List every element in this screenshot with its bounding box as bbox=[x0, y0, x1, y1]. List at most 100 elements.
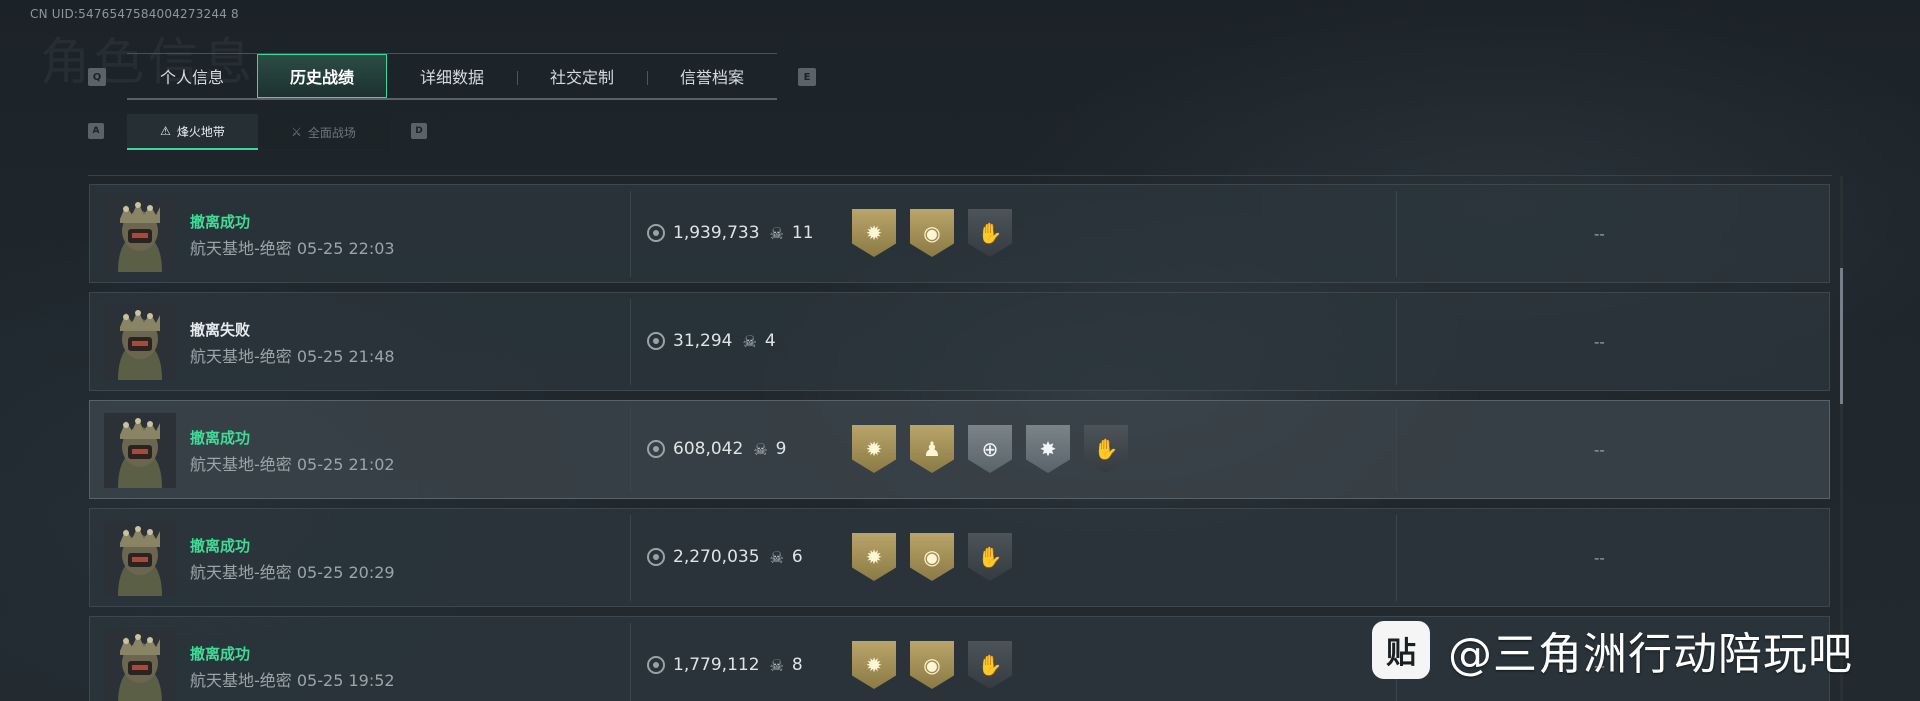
skull-icon: ☠ bbox=[769, 655, 784, 675]
match-time: 05-25 21:48 bbox=[296, 347, 395, 366]
column-divider bbox=[630, 515, 631, 601]
tab-social-custom[interactable]: 社交定制 bbox=[517, 54, 647, 98]
hazard-zone-icon: ⚠ bbox=[160, 124, 171, 138]
target-medal-icon: ◉ bbox=[910, 209, 954, 257]
key-hint-a[interactable]: A bbox=[88, 123, 104, 139]
skull-icon: ☠ bbox=[769, 223, 784, 243]
match-meta: 航天基地-绝密 05-25 21:02 bbox=[190, 451, 395, 475]
key-hint-e[interactable]: E bbox=[798, 68, 816, 86]
column-divider bbox=[1396, 515, 1397, 601]
column-divider bbox=[630, 407, 631, 493]
loot-value: 31,294 bbox=[673, 331, 733, 351]
coin-icon bbox=[647, 548, 665, 566]
key-hint-d[interactable]: D bbox=[411, 123, 427, 139]
match-row[interactable]: 撤离成功 航天基地-绝密 05-25 20:29 2,270,035 ☠ 6 ✹… bbox=[89, 508, 1830, 607]
tab-credit-profile[interactable]: 信誉档案 bbox=[647, 54, 777, 98]
match-time: 05-25 22:03 bbox=[296, 239, 395, 258]
sun-medal-icon: ✹ bbox=[852, 425, 896, 473]
mode-tabs: ⚠ 烽火地带 ⚔ 全面战场 bbox=[127, 114, 389, 150]
medal-list: ✹ ◉ ✋ bbox=[852, 209, 1012, 257]
skull-icon: ☠ bbox=[769, 547, 784, 567]
loot-value: 1,939,733 bbox=[673, 223, 760, 243]
target-medal-icon: ◉ bbox=[910, 641, 954, 689]
column-divider bbox=[1396, 191, 1397, 277]
column-divider bbox=[630, 299, 631, 385]
match-meta: 航天基地-绝密 05-25 22:03 bbox=[190, 235, 395, 259]
tab-match-history[interactable]: 历史战绩 bbox=[257, 54, 387, 98]
match-stats: 31,294 ☠ 4 bbox=[647, 331, 776, 351]
match-time: 05-25 20:29 bbox=[296, 563, 395, 582]
main-tabs: 个人信息 历史战绩 详细数据 社交定制 信誉档案 bbox=[127, 53, 777, 100]
operator-avatar bbox=[104, 197, 176, 272]
map-name: 航天基地-绝密 bbox=[190, 239, 292, 258]
operator-avatar bbox=[104, 629, 176, 701]
handshake-medal-icon: ✋ bbox=[968, 533, 1012, 581]
tab-personal-info[interactable]: 个人信息 bbox=[127, 54, 257, 98]
sun-medal-icon: ✹ bbox=[852, 533, 896, 581]
operator-avatar bbox=[104, 305, 176, 380]
coin-icon bbox=[647, 332, 665, 350]
column-divider bbox=[1396, 299, 1397, 385]
column-divider bbox=[630, 623, 631, 701]
medal-list: ✹ ♟ ⊕ ✸ ✋ bbox=[852, 425, 1128, 473]
burst-medal-icon: ✸ bbox=[1026, 425, 1070, 473]
operator-avatar bbox=[104, 521, 176, 596]
kill-count: 6 bbox=[791, 547, 803, 567]
match-time: 05-25 21:02 bbox=[296, 455, 395, 474]
medal-list: ✹ ◉ ✋ bbox=[852, 533, 1012, 581]
watermark-text: @三角洲行动陪玩吧 bbox=[1448, 629, 1853, 680]
extraction-result: 撤离成功 bbox=[190, 537, 251, 555]
map-name: 航天基地-绝密 bbox=[190, 455, 292, 474]
coin-icon bbox=[647, 656, 665, 674]
sun-medal-icon: ✹ bbox=[852, 209, 896, 257]
full-battlefield-icon: ⚔ bbox=[291, 125, 302, 139]
list-divider bbox=[88, 175, 1832, 176]
match-row[interactable]: 撤离成功 航天基地-绝密 05-25 22:03 1,939,733 ☠ 11 … bbox=[89, 184, 1830, 283]
match-meta: 航天基地-绝密 05-25 19:52 bbox=[190, 667, 395, 691]
extra-value: -- bbox=[1594, 441, 1605, 459]
operator-avatar bbox=[104, 413, 176, 488]
skull-icon: ☠ bbox=[742, 331, 757, 351]
watermark: 贴 @三角洲行动陪玩吧 bbox=[1372, 618, 1853, 682]
crosshair-medal-icon: ⊕ bbox=[968, 425, 1012, 473]
map-name: 航天基地-绝密 bbox=[190, 671, 292, 690]
loot-value: 2,270,035 bbox=[673, 547, 760, 567]
match-time: 05-25 19:52 bbox=[296, 671, 395, 690]
match-meta: 航天基地-绝密 05-25 21:48 bbox=[190, 343, 395, 367]
match-stats: 2,270,035 ☠ 6 bbox=[647, 547, 803, 567]
extraction-result: 撤离成功 bbox=[190, 645, 251, 663]
subtab-label: 烽火地带 bbox=[176, 124, 225, 139]
handshake-medal-icon: ✋ bbox=[968, 209, 1012, 257]
uid-label: CN UID:5476547584004273244 8 bbox=[30, 7, 239, 21]
handshake-medal-icon: ✋ bbox=[1084, 425, 1128, 473]
handshake-medal-icon: ✋ bbox=[968, 641, 1012, 689]
extraction-result: 撤离失败 bbox=[190, 321, 251, 339]
extraction-result: 撤离成功 bbox=[190, 429, 251, 447]
tab-detailed-data[interactable]: 详细数据 bbox=[387, 54, 517, 98]
extraction-result: 撤离成功 bbox=[190, 213, 251, 231]
extra-value: -- bbox=[1594, 333, 1605, 351]
key-hint-q[interactable]: Q bbox=[88, 68, 106, 86]
subtab-full-battlefield[interactable]: ⚔ 全面战场 bbox=[258, 114, 389, 150]
match-meta: 航天基地-绝密 05-25 20:29 bbox=[190, 559, 395, 583]
extra-value: -- bbox=[1594, 549, 1605, 567]
map-name: 航天基地-绝密 bbox=[190, 347, 292, 366]
map-name: 航天基地-绝密 bbox=[190, 563, 292, 582]
sun-medal-icon: ✹ bbox=[852, 641, 896, 689]
match-stats: 1,939,733 ☠ 11 bbox=[647, 223, 814, 243]
kill-count: 11 bbox=[791, 223, 814, 243]
tieba-logo-icon: 贴 bbox=[1372, 621, 1430, 679]
match-row[interactable]: 撤离成功 航天基地-绝密 05-25 21:02 608,042 ☠ 9 ✹ ♟ ⊕… bbox=[89, 400, 1830, 499]
match-row[interactable]: 撤离失败 航天基地-绝密 05-25 21:48 31,294 ☠ 4 -- bbox=[89, 292, 1830, 391]
match-stats: 1,779,112 ☠ 8 bbox=[647, 655, 803, 675]
coin-icon bbox=[647, 440, 665, 458]
coin-icon bbox=[647, 224, 665, 242]
figure-medal-icon: ♟ bbox=[910, 425, 954, 473]
loot-value: 1,779,112 bbox=[673, 655, 760, 675]
subtab-hazard-zone[interactable]: ⚠ 烽火地带 bbox=[127, 114, 258, 150]
extra-value: -- bbox=[1594, 225, 1605, 243]
match-stats: 608,042 ☠ 9 bbox=[647, 439, 786, 459]
scrollbar-thumb[interactable] bbox=[1840, 268, 1843, 404]
target-medal-icon: ◉ bbox=[910, 533, 954, 581]
kill-count: 9 bbox=[775, 439, 787, 459]
